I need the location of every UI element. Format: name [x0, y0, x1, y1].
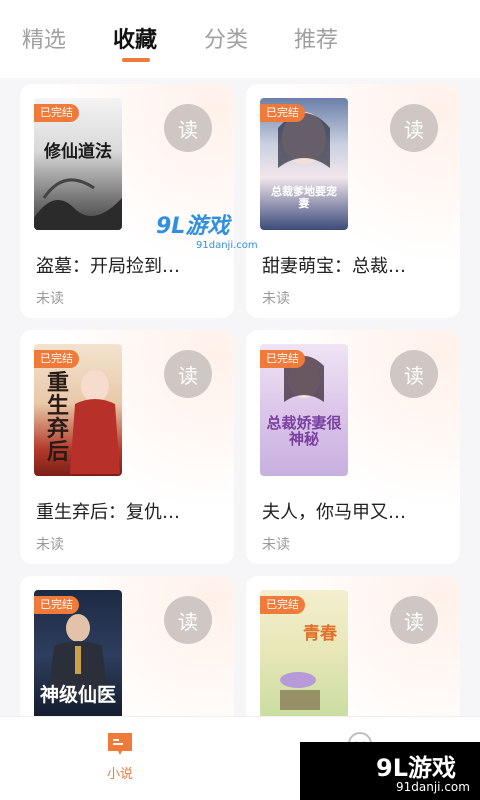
watermark-subtext: 91danji.com: [196, 240, 258, 251]
book-cover[interactable]: 神级仙医 已完结: [34, 590, 122, 716]
book-icon: [108, 733, 132, 755]
read-button[interactable]: 读: [164, 596, 212, 644]
book-card[interactable]: 总裁爹地要宠妻 已完结 读 甜妻萌宝：总裁… 未读: [246, 84, 460, 318]
read-button[interactable]: 读: [390, 596, 438, 644]
read-status: 未读: [36, 291, 64, 307]
watermark-corner-subtext: 91danji.com: [396, 780, 470, 794]
read-status: 未读: [262, 291, 290, 307]
cover-title: 重生弃后: [46, 370, 69, 466]
status-badge: 已完结: [34, 350, 79, 368]
cover-title: 青春: [303, 624, 337, 644]
read-button[interactable]: 读: [164, 350, 212, 398]
read-button[interactable]: 读: [164, 104, 212, 152]
book-title: 盗墓：开局捡到…: [36, 256, 180, 277]
cover-title: 总裁爹地要宠妻: [271, 185, 337, 210]
status-badge: 已完结: [34, 104, 79, 122]
cover-art-icon: [280, 672, 320, 710]
read-status: 未读: [36, 537, 64, 553]
book-card[interactable]: 青春 已完结 读: [246, 576, 460, 716]
read-button[interactable]: 读: [390, 104, 438, 152]
active-tab-indicator: [122, 58, 150, 62]
tab-recommended[interactable]: 推荐: [294, 22, 338, 54]
book-cover[interactable]: 重生弃后 已完结: [34, 344, 122, 476]
book-card[interactable]: 总裁娇妻很神秘 已完结 读 夫人，你马甲又… 未读: [246, 330, 460, 564]
book-card[interactable]: 重生弃后 已完结 读 重生弃后：复仇… 未读: [20, 330, 234, 564]
tab-categories[interactable]: 分类: [204, 22, 248, 54]
book-grid: 修仙道法 已完结 读 盗墓：开局捡到… 未读 总裁爹地要宠妻 已完结 读 甜妻萌…: [0, 84, 480, 716]
read-status: 未读: [262, 537, 290, 553]
watermark-corner: 9L游戏 91danji.com: [300, 742, 480, 800]
status-badge: 已完结: [34, 596, 79, 614]
book-cover[interactable]: 修仙道法 已完结: [34, 98, 122, 230]
nav-item-novels[interactable]: 小说: [80, 731, 160, 782]
book-title: 甜妻萌宝：总裁…: [262, 256, 406, 277]
book-cover[interactable]: 青春 已完结: [260, 590, 348, 716]
tab-favorites[interactable]: 收藏: [113, 22, 157, 54]
cover-title: 修仙道法: [44, 142, 112, 162]
watermark-logo: 9L游戏 91danji.com: [156, 208, 258, 251]
tab-featured[interactable]: 精选: [22, 22, 66, 54]
status-badge: 已完结: [260, 596, 305, 614]
book-card[interactable]: 修仙道法 已完结 读 盗墓：开局捡到… 未读: [20, 84, 234, 318]
watermark-corner-text: 9L游戏: [376, 754, 456, 782]
cover-title: 神级仙医: [40, 684, 117, 706]
watermark-text: 9L游戏: [156, 214, 230, 239]
book-cover[interactable]: 总裁娇妻很神秘 已完结: [260, 344, 348, 476]
top-tabs: 精选 收藏 分类 推荐: [0, 0, 480, 78]
nav-label: 小说: [106, 767, 133, 782]
book-card[interactable]: 神级仙医 已完结 读: [20, 576, 234, 716]
book-cover[interactable]: 总裁爹地要宠妻 已完结: [260, 98, 348, 230]
status-badge: 已完结: [260, 350, 305, 368]
book-title: 夫人，你马甲又…: [262, 502, 406, 523]
cover-art-icon: [34, 178, 122, 230]
read-button[interactable]: 读: [390, 350, 438, 398]
book-title: 重生弃后：复仇…: [36, 502, 180, 523]
status-badge: 已完结: [260, 104, 305, 122]
cover-title: 总裁娇妻很神秘: [266, 414, 342, 448]
